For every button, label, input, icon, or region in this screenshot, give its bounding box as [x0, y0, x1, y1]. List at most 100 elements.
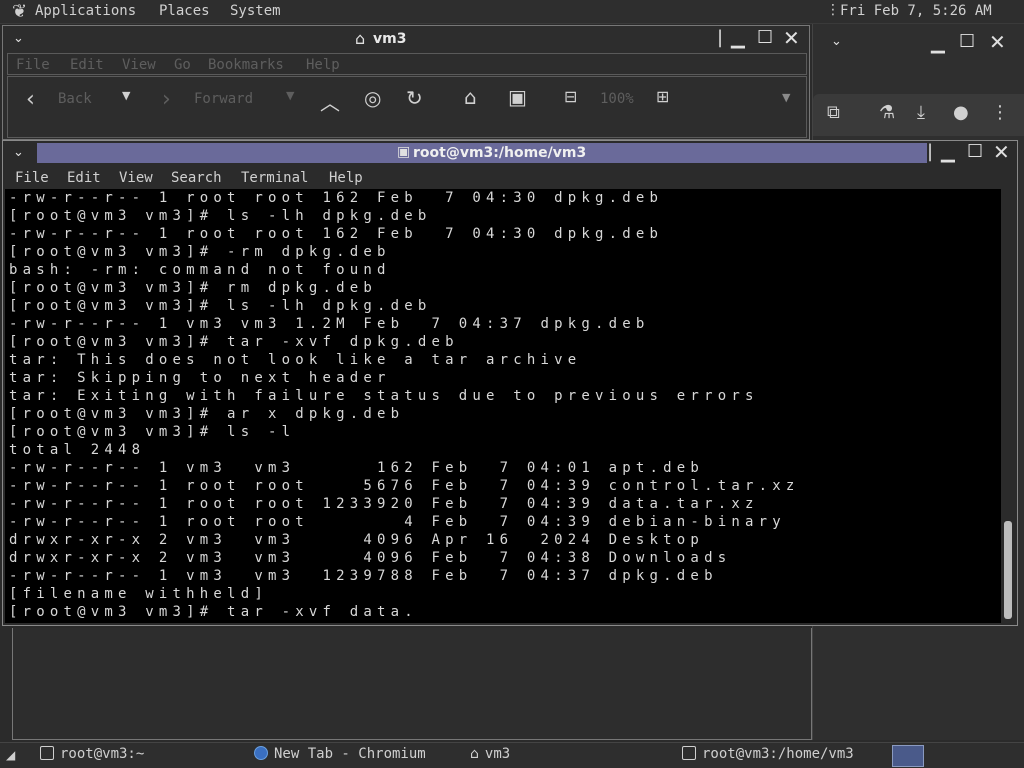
forward-dropdown-icon[interactable]: ▼: [286, 89, 294, 102]
terminal-icon: [682, 746, 696, 760]
toolbar-overflow-icon[interactable]: ▼: [782, 91, 790, 104]
home-icon: ⌂: [470, 746, 479, 762]
terminal-line: drwxr-xr-x 2 vm3 vm3 4096 Apr 16 2024 De…: [9, 532, 705, 548]
file-manager-menubar: File Edit View Go Bookmarks Help: [7, 53, 807, 75]
taskbar: ◢ root@vm3:~ New Tab - Chromium ⌂ vm3 roo…: [0, 742, 1024, 768]
show-desktop-icon[interactable]: ◢: [6, 748, 15, 768]
terminal-line: [root@vm3 vm3]# ls -l: [9, 424, 296, 440]
back-dropdown-icon[interactable]: ▼: [122, 89, 130, 102]
minimize-icon[interactable]: ▁: [731, 29, 745, 49]
back-label[interactable]: Back: [58, 91, 92, 107]
file-manager-window: ⌄ ⌂ vm3 | ▁ ☐ ✕ File Edit View Go Bookma…: [2, 25, 810, 140]
back-arrow-icon[interactable]: ‹: [26, 87, 35, 112]
menu-help[interactable]: Help: [329, 170, 363, 186]
terminal-line: -rw-r--r-- 1 vm3 vm3 1.2M Feb 7 04:37 dp…: [9, 316, 650, 332]
terminal-line: [root@vm3 vm3]# ls -lh dpkg.deb: [9, 208, 432, 224]
menu-go[interactable]: Go: [174, 57, 191, 73]
file-manager-titlebar: ⌄ ⌂ vm3 | ▁ ☐ ✕: [3, 26, 809, 52]
stop-icon[interactable]: ◎: [364, 86, 381, 110]
menu-file[interactable]: File: [16, 57, 50, 73]
maximize-icon[interactable]: ☐: [967, 142, 983, 162]
menu-edit[interactable]: Edit: [67, 170, 101, 186]
task-label: New Tab - Chromium: [274, 746, 426, 762]
menu-edit[interactable]: Edit: [70, 57, 104, 73]
maximize-icon[interactable]: ☐: [959, 32, 975, 52]
zoom-out-icon[interactable]: ⊟: [564, 87, 577, 106]
window-title: vm3: [373, 31, 407, 47]
zoom-in-icon[interactable]: ⊞: [656, 87, 669, 106]
menu-file[interactable]: File: [15, 170, 49, 186]
menu-view[interactable]: View: [119, 170, 153, 186]
terminal-line: -rw-r--r-- 1 root root 162 Feb 7 04:30 d…: [9, 190, 664, 206]
task-chromium[interactable]: New Tab - Chromium: [254, 746, 426, 766]
task-label: root@vm3:~: [60, 746, 145, 762]
clock[interactable]: Fri Feb 7, 5:26 AM: [840, 3, 992, 19]
terminal-window: ⌄ ▣ root@vm3:/home/vm3 | ▁ ☐ ✕ File Edit…: [2, 140, 1018, 626]
terminal-line: tar: Exiting with failure status due to …: [9, 388, 759, 404]
gnome-foot-icon[interactable]: ❦: [12, 1, 27, 22]
window-menu-icon[interactable]: ⌄: [13, 29, 24, 49]
task-terminal-vm3[interactable]: root@vm3:/home/vm3: [682, 746, 854, 766]
menu-bookmarks[interactable]: Bookmarks: [208, 57, 284, 73]
download-icon[interactable]: ⤓: [917, 102, 925, 123]
panel-handle-icon: ⋮: [826, 2, 840, 18]
task-terminal-home[interactable]: root@vm3:~: [40, 746, 144, 766]
computer-icon[interactable]: ▣: [508, 85, 527, 109]
extensions-icon[interactable]: ⧉: [827, 102, 840, 123]
terminal-line: tar: Skipping to next header: [9, 370, 391, 386]
file-manager-toolbar: ‹ Back ▼ › Forward ▼ ︿ ◎ ↻ ⌂ ▣ ⊟ 100% ⊞ …: [7, 76, 807, 138]
terminal-line: -rw-r--r-- 1 root root 5676 Feb 7 04:39 …: [9, 478, 800, 494]
applications-menu[interactable]: Applications: [35, 3, 136, 19]
minimize-icon[interactable]: ▁: [941, 143, 955, 163]
terminal-scrollbar[interactable]: [1001, 189, 1015, 623]
menu-terminal[interactable]: Terminal: [241, 170, 308, 186]
terminal-titlebar: ⌄ ▣ root@vm3:/home/vm3 | ▁ ☐ ✕: [3, 141, 1017, 165]
terminal-screen[interactable]: -rw-r--r-- 1 root root 162 Feb 7 04:30 d…: [5, 189, 1001, 623]
file-manager-body: [12, 628, 812, 740]
terminal-line: [root@vm3 vm3]# -rm dpkg.deb: [9, 244, 391, 260]
profile-icon[interactable]: ●: [953, 102, 969, 123]
labs-icon[interactable]: ⚗: [879, 102, 895, 123]
terminal-line: [root@vm3 vm3]# ar x dpkg.deb: [9, 406, 405, 422]
terminal-line: total 2448: [9, 442, 146, 458]
terminal-menubar: File Edit View Search Terminal Help: [3, 167, 1017, 189]
terminal-line: [root@vm3 vm3]# ls -lh dpkg.deb: [9, 298, 432, 314]
task-file-manager[interactable]: ⌂ vm3: [470, 746, 510, 766]
terminal-line: bash: -rm: command not found: [9, 262, 391, 278]
terminal-line: [filename withheld]: [9, 586, 268, 602]
system-menu[interactable]: System: [230, 3, 281, 19]
home-icon[interactable]: ⌂: [464, 85, 477, 109]
forward-arrow-icon[interactable]: ›: [162, 87, 171, 112]
menu-help[interactable]: Help: [306, 57, 340, 73]
terminal-icon: ▣: [397, 144, 411, 160]
window-menu-icon[interactable]: ⌄: [13, 143, 24, 163]
top-panel: ❦ Applications Places System ⋮ Fri Feb 7…: [0, 0, 1024, 24]
terminal-line: [root@vm3 vm3]# rm dpkg.deb: [9, 280, 377, 296]
terminal-line: tar: This does not look like a tar archi…: [9, 352, 582, 368]
terminal-line: -rw-r--r-- 1 vm3 vm3 162 Feb 7 04:01 apt…: [9, 460, 705, 476]
window-menu-icon[interactable]: ⌄: [831, 32, 842, 52]
workspace-switcher[interactable]: [892, 745, 924, 767]
minimize-icon[interactable]: ▁: [931, 34, 945, 54]
forward-label[interactable]: Forward: [194, 91, 253, 107]
maximize-icon[interactable]: ☐: [757, 28, 773, 48]
reload-icon[interactable]: ↻: [406, 86, 423, 110]
home-icon: ⌂: [355, 29, 366, 48]
terminal-line: -rw-r--r-- 1 vm3 vm3 1239788 Feb 7 04:37…: [9, 568, 718, 584]
more-menu-icon[interactable]: ⋮: [991, 102, 1009, 123]
separator: |: [717, 27, 724, 48]
places-menu[interactable]: Places: [159, 3, 210, 19]
terminal-line: -rw-r--r-- 1 root root 4 Feb 7 04:39 deb…: [9, 514, 786, 530]
menu-search[interactable]: Search: [171, 170, 222, 186]
terminal-icon: [40, 746, 54, 760]
up-icon[interactable]: ︿: [320, 87, 340, 116]
terminal-line: -rw-r--r-- 1 root root 1233920 Feb 7 04:…: [9, 496, 759, 512]
close-icon[interactable]: ✕: [989, 32, 1006, 52]
close-icon[interactable]: ✕: [993, 142, 1010, 162]
menu-view[interactable]: View: [122, 57, 156, 73]
chromium-icon: [254, 746, 268, 760]
scrollbar-thumb[interactable]: [1004, 521, 1012, 619]
close-icon[interactable]: ✕: [783, 28, 800, 48]
zoom-level: 100%: [600, 91, 634, 107]
chromium-toolbar: ⧉ ⚗ ⤓ ● ⋮: [813, 94, 1024, 136]
